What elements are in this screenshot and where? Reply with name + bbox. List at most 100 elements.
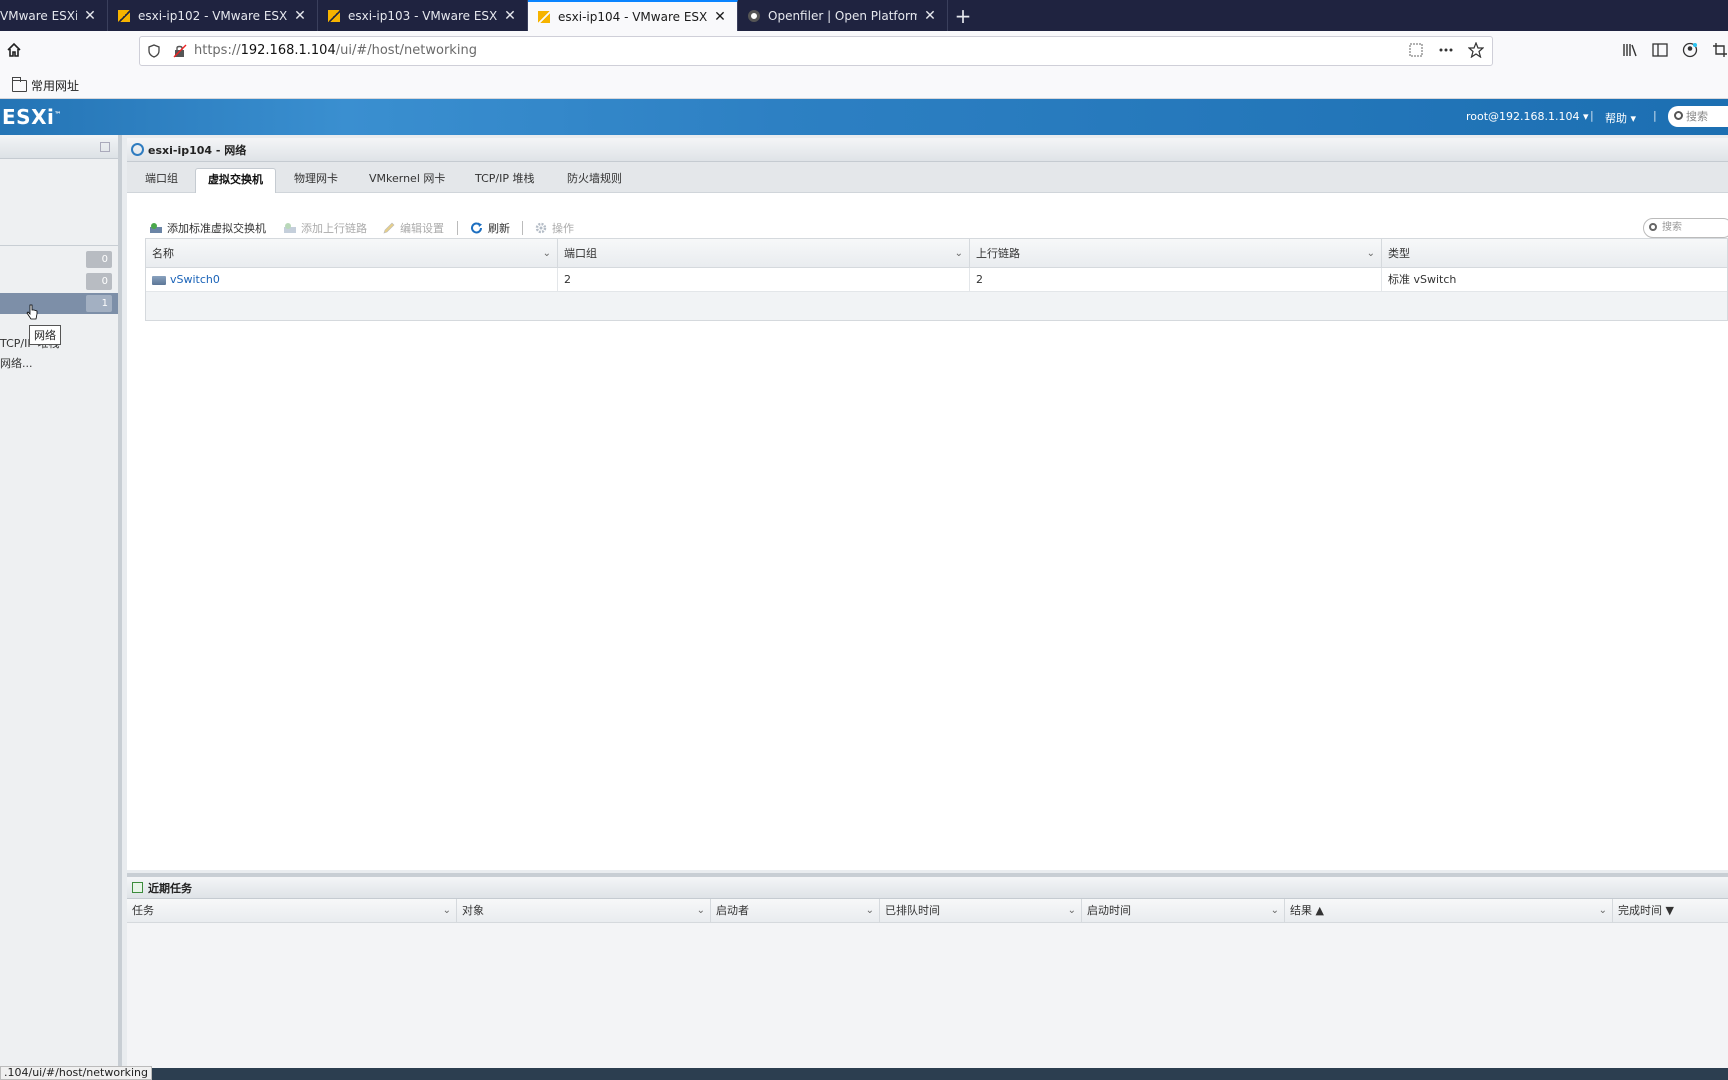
cell-type: 标准 vSwitch — [1388, 273, 1457, 286]
navigator-subitem-more-networks[interactable]: 网络... — [0, 355, 33, 371]
chevron-down-icon[interactable]: ⌄ — [443, 899, 451, 923]
column-label: 结果 ▲ — [1290, 904, 1324, 917]
header-separator: | — [1653, 109, 1657, 122]
url-text[interactable]: https://192.168.1.104/ui/#/host/networki… — [194, 43, 477, 58]
chevron-down-icon[interactable]: ⌄ — [543, 239, 551, 268]
qr-code-icon[interactable] — [1408, 42, 1424, 58]
url-path: /ui/#/host/networking — [335, 43, 477, 58]
column-header-name[interactable]: 名称 ⌄ — [146, 239, 558, 267]
screenshot-icon[interactable] — [1712, 42, 1728, 58]
add-vswitch-label: 添加标准虚拟交换机 — [167, 222, 266, 235]
close-tab-icon[interactable]: ✕ — [293, 8, 307, 24]
tab-tcpip-stacks[interactable]: TCP/IP 堆栈 — [463, 168, 546, 193]
browser-tab-esxi-ip104[interactable]: esxi-ip104 - VMware ESXi ✕ — [528, 0, 738, 31]
browser-tab-vmware-esxi[interactable]: VMware ESXi ✕ — [0, 0, 108, 31]
edit-settings-label: 编辑设置 — [400, 222, 444, 235]
close-tab-icon[interactable]: ✕ — [923, 8, 937, 24]
chevron-down-icon[interactable]: ⌄ — [955, 239, 963, 268]
search-icon — [1649, 223, 1657, 231]
account-icon[interactable] — [1682, 42, 1698, 58]
table-row[interactable]: vSwitch0 2 2 标准 vSwitch — [146, 268, 1727, 292]
tab-physical-nics[interactable]: 物理网卡 — [282, 168, 350, 193]
bottom-strip — [145, 1068, 1728, 1080]
vswitch-link[interactable]: vSwitch0 — [170, 273, 220, 286]
tasks-column-initiator[interactable]: 启动者 ⌄ — [711, 899, 880, 922]
sidebar-icon[interactable] — [1652, 42, 1668, 58]
collapse-navigator-icon[interactable] — [100, 142, 110, 152]
column-header-uplinks[interactable]: 上行链路 ⌄ — [970, 239, 1382, 267]
openfiler-favicon-icon — [748, 9, 760, 22]
column-label: 上行链路 — [976, 247, 1020, 260]
refresh-label: 刷新 — [488, 222, 510, 235]
tasks-column-task[interactable]: 任务 ⌄ — [127, 899, 457, 922]
browser-status-url: .104/ui/#/host/networking — [0, 1066, 152, 1080]
column-label: 对象 — [462, 904, 484, 917]
networking-panel: esxi-ip104 - 网络 端口组 虚拟交换机 物理网卡 VMkernel … — [127, 138, 1728, 870]
close-tab-icon[interactable]: ✕ — [713, 9, 727, 25]
close-tab-icon[interactable]: ✕ — [83, 8, 97, 24]
vswitch-icon — [152, 275, 166, 285]
networking-tabs: 端口组 虚拟交换机 物理网卡 VMkernel 网卡 TCP/IP 堆栈 防火墙… — [127, 162, 1728, 193]
edit-settings-button[interactable]: 编辑设置 — [382, 220, 444, 236]
tab-title: VMware ESXi — [0, 8, 77, 23]
tab-title: esxi-ip103 - VMware ESXi — [348, 8, 497, 23]
tracking-shield-icon[interactable] — [147, 44, 161, 58]
tab-firewall-rules[interactable]: 防火墙规则 — [555, 168, 634, 193]
networking-globe-icon — [131, 143, 144, 156]
header-search-placeholder: 搜索 — [1686, 110, 1708, 123]
browser-nav-bar: https://192.168.1.104/ui/#/host/networki… — [0, 31, 1728, 71]
tasks-column-target[interactable]: 对象 ⌄ — [457, 899, 711, 922]
toolbar-separator — [522, 221, 523, 235]
url-actions — [1408, 42, 1484, 58]
insecure-lock-icon[interactable] — [173, 44, 187, 58]
chevron-down-icon[interactable]: ⌄ — [1367, 239, 1375, 268]
chevron-down-icon[interactable]: ⌄ — [697, 899, 705, 923]
tasks-column-result[interactable]: 结果 ▲ ⌄ — [1285, 899, 1613, 922]
chevron-down-icon[interactable]: ⌄ — [1599, 899, 1607, 923]
browser-tab-openfiler[interactable]: Openfiler | Open Platform Sc ✕ — [738, 0, 948, 31]
table-search-placeholder: 搜索 — [1662, 222, 1682, 233]
recent-tasks-panel: 近期任务 任务 ⌄ 对象 ⌄ 启动者 ⌄ 已排队时间 ⌄ 启动时间 ⌄ 结果 ▲ ⌄ 完成时… — [127, 873, 1728, 1070]
add-vswitch-icon — [150, 223, 162, 233]
header-search-input[interactable]: 搜索 — [1668, 106, 1728, 127]
tab-vmkernel-nics[interactable]: VMkernel 网卡 — [357, 168, 457, 193]
table-search-input[interactable]: 搜索 — [1643, 218, 1728, 238]
home-icon[interactable] — [6, 42, 22, 58]
column-header-port-groups[interactable]: 端口组 ⌄ — [558, 239, 970, 267]
operations-button[interactable]: 操作 — [534, 220, 574, 236]
browser-tab-esxi-ip103[interactable]: esxi-ip103 - VMware ESXi ✕ — [318, 0, 528, 31]
navigator-item-storage[interactable]: 0 — [0, 271, 118, 292]
navigator-item-networking[interactable]: 1 — [0, 293, 118, 314]
add-uplink-button[interactable]: 添加上行链路 — [283, 220, 367, 236]
more-actions-icon[interactable] — [1438, 42, 1454, 58]
recent-tasks-title: 近期任务 — [148, 881, 192, 895]
user-menu[interactable]: root@192.168.1.104 ▾ — [1466, 110, 1589, 123]
chevron-down-icon[interactable]: ⌄ — [1271, 899, 1279, 923]
url-bar[interactable]: https://192.168.1.104/ui/#/host/networki… — [139, 36, 1493, 66]
bookmark-star-icon[interactable] — [1468, 42, 1484, 58]
new-tab-button[interactable]: + — [948, 0, 978, 31]
column-label: 任务 — [132, 904, 154, 917]
search-icon — [1674, 111, 1683, 120]
column-label: 启动时间 — [1087, 904, 1131, 917]
chevron-down-icon[interactable]: ⌄ — [866, 899, 874, 923]
column-header-type[interactable]: 类型 — [1382, 239, 1727, 267]
logo-text: ESXi — [2, 105, 55, 129]
navigator-panel: 0 0 1 TCP/IP 堆栈 网络... — [0, 135, 122, 1070]
add-standard-vswitch-button[interactable]: 添加标准虚拟交换机 — [149, 220, 266, 236]
add-uplink-label: 添加上行链路 — [301, 222, 367, 235]
navigator-item-virtual-machines[interactable]: 0 — [0, 249, 118, 270]
bookmark-folder[interactable]: 常用网址 — [12, 76, 79, 94]
close-tab-icon[interactable]: ✕ — [503, 8, 517, 24]
tab-title: Openfiler | Open Platform Sc — [768, 8, 917, 23]
tab-port-groups[interactable]: 端口组 — [133, 168, 190, 193]
browser-tab-esxi-ip102[interactable]: esxi-ip102 - VMware ESXi ✕ — [108, 0, 318, 31]
chevron-down-icon[interactable]: ⌄ — [1068, 899, 1076, 923]
help-menu[interactable]: 帮助 ▾ — [1605, 110, 1636, 126]
tasks-column-queued[interactable]: 已排队时间 ⌄ — [880, 899, 1082, 922]
library-icon[interactable] — [1622, 42, 1638, 58]
tasks-column-started[interactable]: 启动时间 ⌄ — [1082, 899, 1285, 922]
refresh-button[interactable]: 刷新 — [470, 220, 510, 236]
tasks-column-completed[interactable]: 完成时间 ▼ — [1613, 899, 1728, 922]
tab-virtual-switches[interactable]: 虚拟交换机 — [195, 168, 276, 193]
